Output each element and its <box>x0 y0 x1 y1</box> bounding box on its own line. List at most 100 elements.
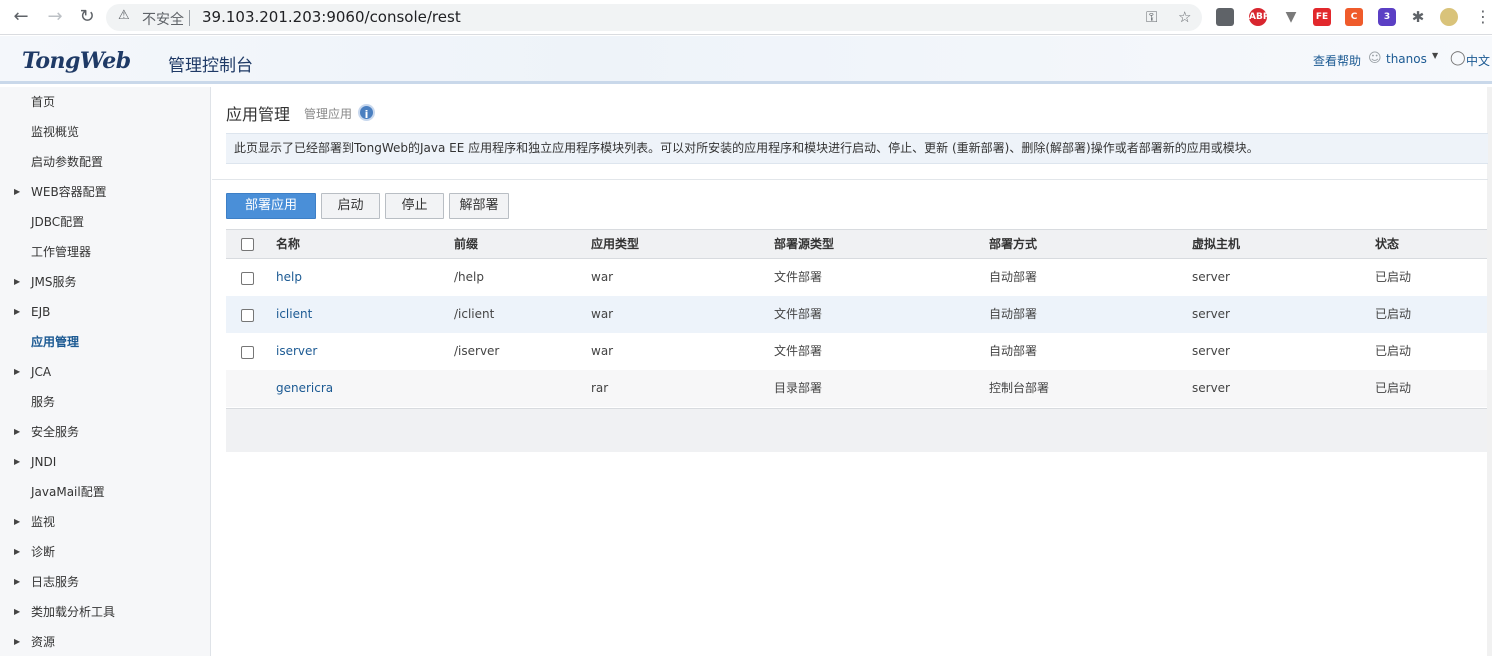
table-row[interactable]: help/help war 文件部署 自动部署 server 已启动 <box>226 259 1487 296</box>
info-icon[interactable]: i <box>358 104 375 121</box>
language-switch[interactable]: 中文 <box>1466 52 1490 69</box>
address-separator <box>189 10 190 26</box>
app-virtual-host: server <box>1192 381 1230 395</box>
stop-button[interactable]: 停止 <box>385 193 444 219</box>
sidebar-item-label: JNDI <box>31 455 57 469</box>
sidebar-item-label: 诊断 <box>31 545 56 559</box>
user-dropdown-icon[interactable]: ▼ <box>1432 51 1438 60</box>
sidebar-item[interactable]: ▶ 监视 <box>0 507 210 537</box>
app-virtual-host: server <box>1192 270 1230 284</box>
fe-helper-extension-icon[interactable]: FE <box>1313 8 1331 26</box>
sidebar-item-label: 安全服务 <box>31 425 80 439</box>
app-deploy-method: 自动部署 <box>989 344 1038 358</box>
column-header-type[interactable]: 应用类型 <box>591 230 639 258</box>
reload-icon[interactable]: ↻ <box>76 6 98 28</box>
extension-badge-icon[interactable]: 3 <box>1378 8 1396 26</box>
app-status: 已启动 <box>1375 381 1412 395</box>
app-name-link[interactable]: genericra <box>276 370 333 407</box>
table-row[interactable]: genericra rar 目录部署 控制台部署 server 已启动 <box>226 370 1487 407</box>
expand-arrow-icon[interactable]: ▶ <box>14 357 20 387</box>
sidebar-item[interactable]: ▶ JNDI <box>0 447 210 477</box>
sidebar-item[interactable]: 服务 <box>0 387 210 417</box>
app-type: war <box>591 307 614 321</box>
row-checkbox[interactable] <box>241 346 254 359</box>
undeploy-button[interactable]: 解部署 <box>449 193 509 219</box>
sidebar-item-label: JDBC配置 <box>31 215 85 229</box>
column-header-status[interactable]: 状态 <box>1375 230 1399 258</box>
deploy-app-button[interactable]: 部署应用 <box>226 193 316 219</box>
expand-arrow-icon[interactable]: ▶ <box>14 627 20 657</box>
user-icon: ☺ <box>1368 51 1382 66</box>
sidebar-item-label: JMS服务 <box>31 275 77 289</box>
address-bar[interactable]: ⚠ 不安全 39.103.201.203:9060/console/rest ⚿… <box>106 4 1202 31</box>
sidebar-item[interactable]: ▶ JCA <box>0 357 210 387</box>
sidebar-item[interactable]: ▶ WEB容器配置 <box>0 177 210 207</box>
expand-arrow-icon[interactable]: ▶ <box>14 537 20 567</box>
browser-menu-icon[interactable]: ⋮ <box>1472 6 1492 28</box>
sidebar-item[interactable]: 工作管理器 <box>0 237 210 267</box>
row-checkbox[interactable] <box>241 272 254 285</box>
app-name-link[interactable]: help <box>276 259 302 296</box>
main-content: 应用管理 管理应用 i 此页显示了已经部署到TongWeb的Java EE 应用… <box>212 87 1492 656</box>
sidebar-item[interactable]: 应用管理 <box>0 327 210 357</box>
back-icon[interactable]: ← <box>10 6 32 28</box>
expand-arrow-icon[interactable]: ▶ <box>14 567 20 597</box>
user-menu[interactable]: thanos <box>1386 52 1427 66</box>
sidebar-item[interactable]: ▶ 安全服务 <box>0 417 210 447</box>
select-all-checkbox[interactable] <box>241 238 254 251</box>
c-extension-icon[interactable]: C <box>1345 8 1363 26</box>
vue-devtools-icon[interactable]: ▼ <box>1282 8 1300 26</box>
expand-arrow-icon[interactable]: ▶ <box>14 597 20 627</box>
table-row[interactable]: iserver/iserver war 文件部署 自动部署 server 已启动 <box>226 333 1487 370</box>
bookmark-star-icon[interactable]: ☆ <box>1178 8 1191 26</box>
sidebar-nav: 首页 监视概览 启动参数配置 ▶ WEB容器配置 JDBC配置 工作管理器 ▶ JMS服务 ▶ EJ… <box>0 87 211 656</box>
column-header-deploy-method[interactable]: 部署方式 <box>989 230 1037 258</box>
expand-arrow-icon[interactable]: ▶ <box>14 297 20 327</box>
sidebar-item[interactable]: JDBC配置 <box>0 207 210 237</box>
adblock-extension-icon[interactable]: ABP <box>1249 8 1269 26</box>
page-subtitle: 管理应用 <box>304 107 353 121</box>
key-icon[interactable]: ⚿ <box>1146 8 1157 26</box>
sidebar-item[interactable]: ▶ 诊断 <box>0 537 210 567</box>
sidebar-item[interactable]: ▶ 日志服务 <box>0 567 210 597</box>
scrollbar[interactable] <box>1487 87 1492 656</box>
column-header-virtual-host[interactable]: 虚拟主机 <box>1192 230 1240 258</box>
help-link[interactable]: 查看帮助 <box>1313 52 1361 69</box>
sidebar-item[interactable]: 启动参数配置 <box>0 147 210 177</box>
sidebar-item-label: 监视 <box>31 515 56 529</box>
sidebar-item[interactable]: JavaMail配置 <box>0 477 210 507</box>
start-button[interactable]: 启动 <box>321 193 380 219</box>
extensions-puzzle-icon[interactable]: ✱ <box>1409 8 1427 26</box>
expand-arrow-icon[interactable]: ▶ <box>14 447 20 477</box>
expand-arrow-icon[interactable]: ▶ <box>14 177 20 207</box>
forward-icon[interactable]: → <box>44 6 66 28</box>
expand-arrow-icon[interactable]: ▶ <box>14 417 20 447</box>
table-header: 名称 前缀 应用类型 部署源类型 部署方式 虚拟主机 状态 <box>226 229 1487 259</box>
sidebar-item[interactable]: ▶ 类加载分析工具 <box>0 597 210 627</box>
extension-window-icon[interactable] <box>1216 8 1234 26</box>
sidebar-item[interactable]: 首页 <box>0 87 210 117</box>
app-name-link[interactable]: iclient <box>276 296 312 333</box>
sidebar-item[interactable]: ▶ 资源 <box>0 627 210 657</box>
url-text[interactable]: 39.103.201.203:9060/console/rest <box>202 8 461 26</box>
sidebar-item[interactable]: ▶ JMS服务 <box>0 267 210 297</box>
sidebar-item[interactable]: 监视概览 <box>0 117 210 147</box>
expand-arrow-icon[interactable]: ▶ <box>14 267 20 297</box>
app-type: war <box>591 344 614 358</box>
sidebar-item-label: 资源 <box>31 635 56 649</box>
app-type: war <box>591 270 614 284</box>
table-row[interactable]: iclient/iclient war 文件部署 自动部署 server 已启动 <box>226 296 1487 333</box>
page-description: 此页显示了已经部署到TongWeb的Java EE 应用程序和独立应用程序模块列… <box>226 133 1488 164</box>
profile-avatar-icon[interactable] <box>1440 8 1458 26</box>
app-name-link[interactable]: iserver <box>276 333 317 370</box>
column-header-name[interactable]: 名称 <box>276 230 300 258</box>
sidebar-item[interactable]: ▶ EJB <box>0 297 210 327</box>
app-header: TongWeb 管理控制台 查看帮助 ☺ thanos ▼ ◯ 中文 <box>0 36 1492 84</box>
column-header-prefix[interactable]: 前缀 <box>454 230 478 258</box>
expand-arrow-icon[interactable]: ▶ <box>14 507 20 537</box>
app-source-type: 文件部署 <box>774 344 823 358</box>
sidebar-item-label: EJB <box>31 305 51 319</box>
column-header-source-type[interactable]: 部署源类型 <box>774 230 834 258</box>
sidebar-item-label: JavaMail配置 <box>31 485 105 499</box>
row-checkbox[interactable] <box>241 309 254 322</box>
